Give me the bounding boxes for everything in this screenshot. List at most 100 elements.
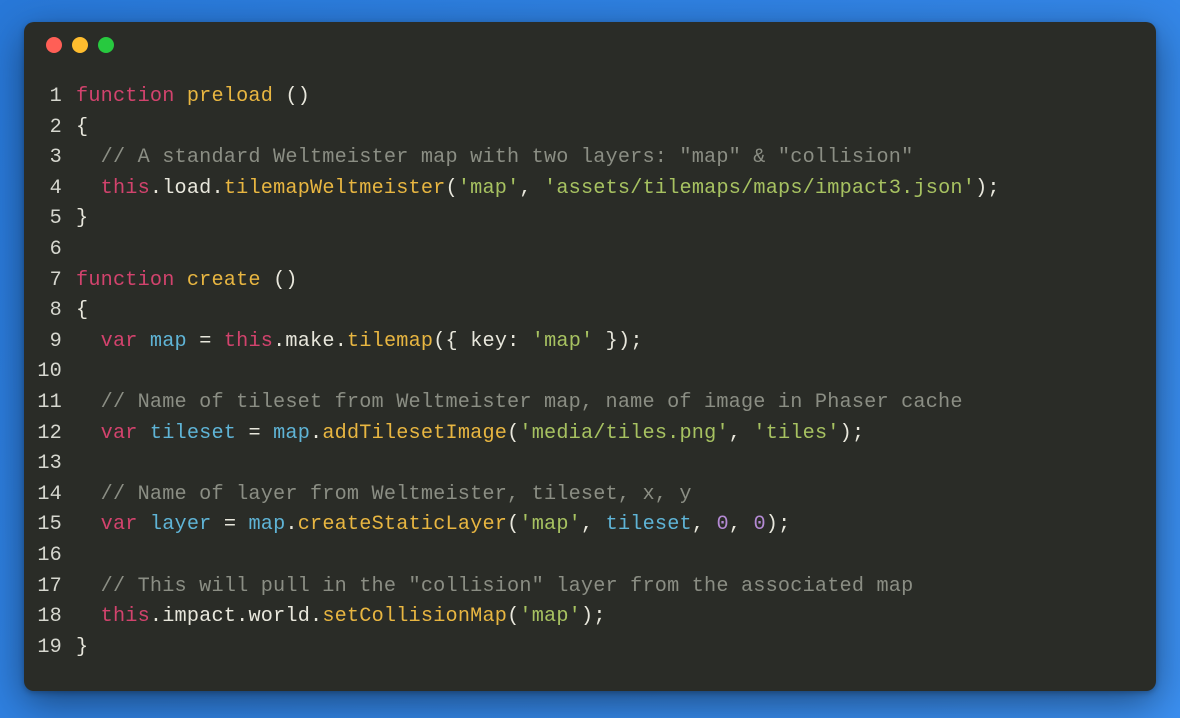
token-string: 'map' (458, 177, 520, 200)
line-number: 12 (28, 419, 76, 450)
line-number: 8 (28, 296, 76, 327)
code-line[interactable]: 9 var map = this.make.tilemap({ key: 'ma… (28, 327, 1132, 358)
token-paren: ) (766, 513, 778, 536)
code-window: 1function preload ()2{3 // A standard We… (24, 22, 1156, 691)
code-content[interactable] (76, 235, 1132, 266)
token-string: 'map' (532, 330, 594, 353)
token-plain (175, 85, 187, 108)
token-plain (76, 605, 101, 628)
token-paren: ) (618, 330, 630, 353)
code-line[interactable]: 2{ (28, 113, 1132, 144)
code-content[interactable]: { (76, 296, 1132, 327)
token-ident: map (273, 422, 310, 445)
token-prop: key (470, 330, 507, 353)
code-editor[interactable]: 1function preload ()2{3 // A standard We… (24, 68, 1156, 663)
code-line[interactable]: 4 this.load.tilemapWeltmeister('map', 'a… (28, 174, 1132, 205)
token-ident: tileset (150, 422, 236, 445)
token-paren: ) (840, 422, 852, 445)
line-number: 2 (28, 113, 76, 144)
code-line[interactable]: 6 (28, 235, 1132, 266)
code-line[interactable]: 18 this.impact.world.setCollisionMap('ma… (28, 602, 1132, 633)
code-content[interactable]: // Name of tileset from Weltmeister map,… (76, 388, 1132, 419)
token-plain: , (581, 513, 606, 536)
code-line[interactable]: 16 (28, 541, 1132, 572)
code-line[interactable]: 3 // A standard Weltmeister map with two… (28, 143, 1132, 174)
code-line[interactable]: 8{ (28, 296, 1132, 327)
token-prop: world (248, 605, 310, 628)
token-paren: ( (446, 177, 458, 200)
token-plain: = (236, 422, 273, 445)
token-keyword: var (101, 513, 138, 536)
token-string: 'media/tiles.png' (519, 422, 728, 445)
token-plain: } (76, 207, 88, 230)
token-comment: // Name of layer from Weltmeister, tiles… (101, 483, 692, 506)
code-line[interactable]: 5} (28, 204, 1132, 235)
code-line[interactable]: 10 (28, 357, 1132, 388)
token-plain: ; (778, 513, 790, 536)
token-funcname: preload (187, 85, 273, 108)
token-prop: load (162, 177, 211, 200)
token-paren: ( (507, 422, 519, 445)
code-content[interactable]: var layer = map.createStaticLayer('map',… (76, 510, 1132, 541)
line-number: 14 (28, 480, 76, 511)
token-plain: : (507, 330, 532, 353)
token-keyword: function (76, 85, 175, 108)
token-plain: . (236, 605, 248, 628)
code-line[interactable]: 13 (28, 449, 1132, 480)
code-content[interactable]: this.impact.world.setCollisionMap('map')… (76, 602, 1132, 633)
token-string: 'map' (519, 605, 581, 628)
token-paren: ( (433, 330, 445, 353)
token-method: tilemap (347, 330, 433, 353)
token-funcname: create (187, 269, 261, 292)
line-number: 5 (28, 204, 76, 235)
line-number: 3 (28, 143, 76, 174)
code-line[interactable]: 12 var tileset = map.addTilesetImage('me… (28, 419, 1132, 450)
token-plain (76, 422, 101, 445)
code-content[interactable] (76, 449, 1132, 480)
code-content[interactable]: } (76, 204, 1132, 235)
minimize-icon[interactable] (72, 37, 88, 53)
code-line[interactable]: 14 // Name of layer from Weltmeister, ti… (28, 480, 1132, 511)
token-plain: { (76, 299, 88, 322)
code-content[interactable] (76, 357, 1132, 388)
window-titlebar (24, 22, 1156, 68)
token-ident: layer (150, 513, 212, 536)
code-content[interactable]: var tileset = map.addTilesetImage('media… (76, 419, 1132, 450)
line-number: 13 (28, 449, 76, 480)
token-plain: . (273, 330, 285, 353)
token-plain: = (187, 330, 224, 353)
token-plain (138, 422, 150, 445)
code-content[interactable]: { (76, 113, 1132, 144)
token-plain (175, 269, 187, 292)
code-content[interactable]: function preload () (76, 82, 1132, 113)
token-plain: . (285, 513, 297, 536)
token-paren: ( (507, 605, 519, 628)
line-number: 6 (28, 235, 76, 266)
line-number: 1 (28, 82, 76, 113)
close-icon[interactable] (46, 37, 62, 53)
code-content[interactable]: } (76, 633, 1132, 664)
line-number: 16 (28, 541, 76, 572)
code-line[interactable]: 1function preload () (28, 82, 1132, 113)
code-content[interactable]: // Name of layer from Weltmeister, tiles… (76, 480, 1132, 511)
maximize-icon[interactable] (98, 37, 114, 53)
code-content[interactable]: var map = this.make.tilemap({ key: 'map'… (76, 327, 1132, 358)
token-method: tilemapWeltmeister (224, 177, 446, 200)
token-plain: ; (593, 605, 605, 628)
line-number: 4 (28, 174, 76, 205)
token-plain (138, 330, 150, 353)
code-line[interactable]: 7function create () (28, 266, 1132, 297)
code-line[interactable]: 17 // This will pull in the "collision" … (28, 572, 1132, 603)
code-line[interactable]: 15 var layer = map.createStaticLayer('ma… (28, 510, 1132, 541)
token-paren: ) (581, 605, 593, 628)
code-content[interactable]: this.load.tilemapWeltmeister('map', 'ass… (76, 174, 1132, 205)
line-number: 17 (28, 572, 76, 603)
code-content[interactable]: // A standard Weltmeister map with two l… (76, 143, 1132, 174)
token-plain (76, 146, 101, 169)
token-plain (76, 391, 101, 414)
code-line[interactable]: 19} (28, 633, 1132, 664)
code-content[interactable] (76, 541, 1132, 572)
code-content[interactable]: // This will pull in the "collision" lay… (76, 572, 1132, 603)
code-line[interactable]: 11 // Name of tileset from Weltmeister m… (28, 388, 1132, 419)
code-content[interactable]: function create () (76, 266, 1132, 297)
